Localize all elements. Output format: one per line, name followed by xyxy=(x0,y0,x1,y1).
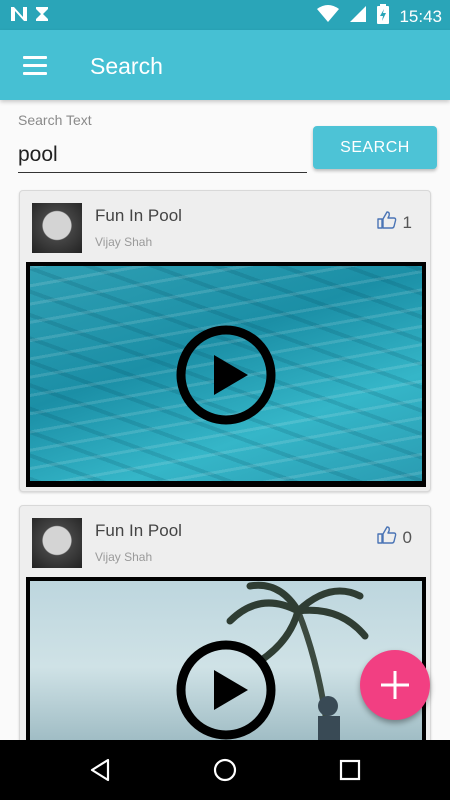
add-video-button[interactable] xyxy=(360,650,430,720)
hourglass-notification-icon xyxy=(34,6,50,27)
thumbs-up-icon xyxy=(376,526,397,549)
avatar xyxy=(32,518,82,568)
home-icon[interactable] xyxy=(213,758,237,782)
like-count: 1 xyxy=(402,212,412,232)
system-nav-bar xyxy=(0,740,450,800)
video-thumbnail[interactable] xyxy=(26,577,426,744)
like-button[interactable]: 1 xyxy=(376,211,412,234)
recents-icon[interactable] xyxy=(338,758,362,782)
like-count: 0 xyxy=(402,527,412,547)
avatar xyxy=(32,203,82,253)
wifi-icon xyxy=(317,5,340,28)
like-button[interactable]: 0 xyxy=(376,526,412,549)
video-card[interactable]: Fun In Pool Vijay Shah 1 xyxy=(19,190,431,492)
video-author: Vijay Shah xyxy=(95,550,153,564)
video-thumbnail[interactable] xyxy=(26,262,426,487)
video-title: Fun In Pool xyxy=(95,521,182,540)
status-bar: 15:43 xyxy=(0,0,450,30)
back-icon[interactable] xyxy=(88,758,112,782)
search-input[interactable] xyxy=(18,138,307,173)
app-bar: Search xyxy=(0,30,450,100)
play-icon[interactable] xyxy=(176,325,276,425)
status-time: 15:43 xyxy=(399,6,442,26)
battery-charging-icon xyxy=(377,4,390,29)
play-icon[interactable] xyxy=(176,640,276,740)
video-author: Vijay Shah xyxy=(95,235,153,249)
search-text-label: Search Text xyxy=(18,112,92,128)
page-title: Search xyxy=(90,53,163,79)
search-button[interactable]: SEARCH xyxy=(313,126,437,169)
plus-icon xyxy=(381,671,409,699)
n-notification-icon xyxy=(10,6,28,27)
video-title: Fun In Pool xyxy=(95,206,182,225)
thumbs-up-icon xyxy=(376,211,397,234)
cell-signal-icon xyxy=(349,5,367,28)
hamburger-menu-icon[interactable] xyxy=(18,50,52,80)
